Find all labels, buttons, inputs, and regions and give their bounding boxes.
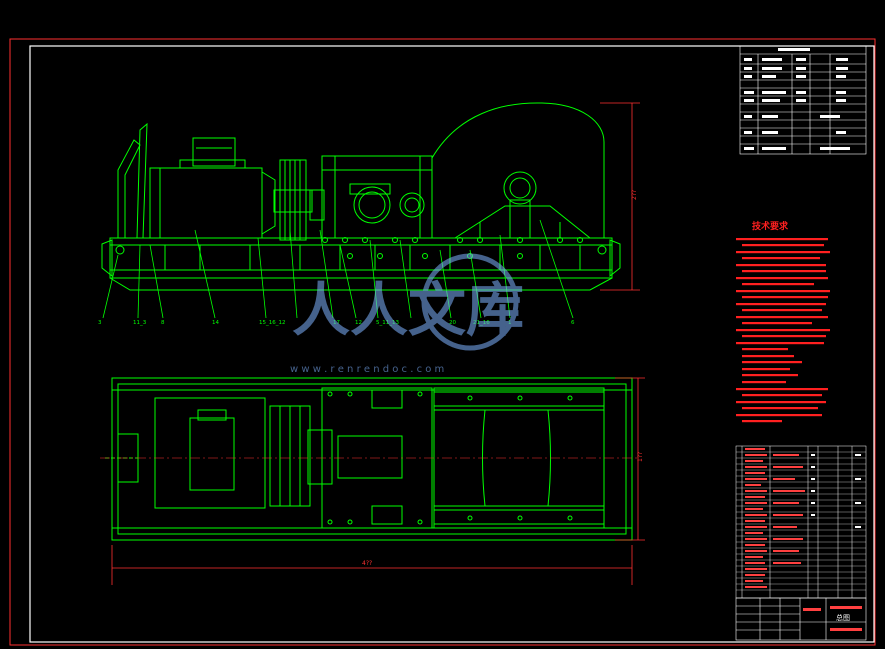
plan-view — [105, 377, 633, 541]
title-block-org-mark — [830, 606, 862, 609]
callout-6: 6 — [571, 320, 575, 326]
callout-3: 3 — [98, 320, 102, 326]
title-block-number-mark — [830, 628, 862, 631]
callout-8: 8 — [161, 320, 165, 326]
dimension-overall-width: 1?? — [637, 452, 644, 462]
title-block-code-mark — [803, 608, 821, 611]
dimension-overall-length: 4?? — [362, 560, 372, 567]
callout-11-3: 11_3 — [133, 320, 147, 326]
plan-view-dimensions — [111, 377, 645, 585]
title-block-drawing-name: 总图 — [836, 613, 850, 622]
cad-drawing-canvas: 2?? 3 11_3 8 14 15_16_12 17 12 5_11_13 2… — [9, 38, 876, 646]
watermark-brand: 人人文库 — [292, 276, 524, 344]
callout-14: 14 — [212, 320, 219, 326]
callout-15-16-12: 15_16_12 — [259, 320, 286, 326]
watermark: 人人文库 w w w . r e n r e n d o c . c o m — [290, 253, 524, 375]
watermark-url: w w w . r e n r e n d o c . c o m — [290, 364, 444, 375]
parameter-table-cell-marks — [744, 48, 850, 150]
parts-list-qty-marks — [811, 454, 861, 528]
dimension-overall-height: 2?? — [631, 190, 638, 200]
technical-requirements-lines — [736, 238, 830, 423]
side-elevation-view — [101, 102, 621, 291]
technical-requirements-title: 技术要求 — [752, 220, 789, 232]
